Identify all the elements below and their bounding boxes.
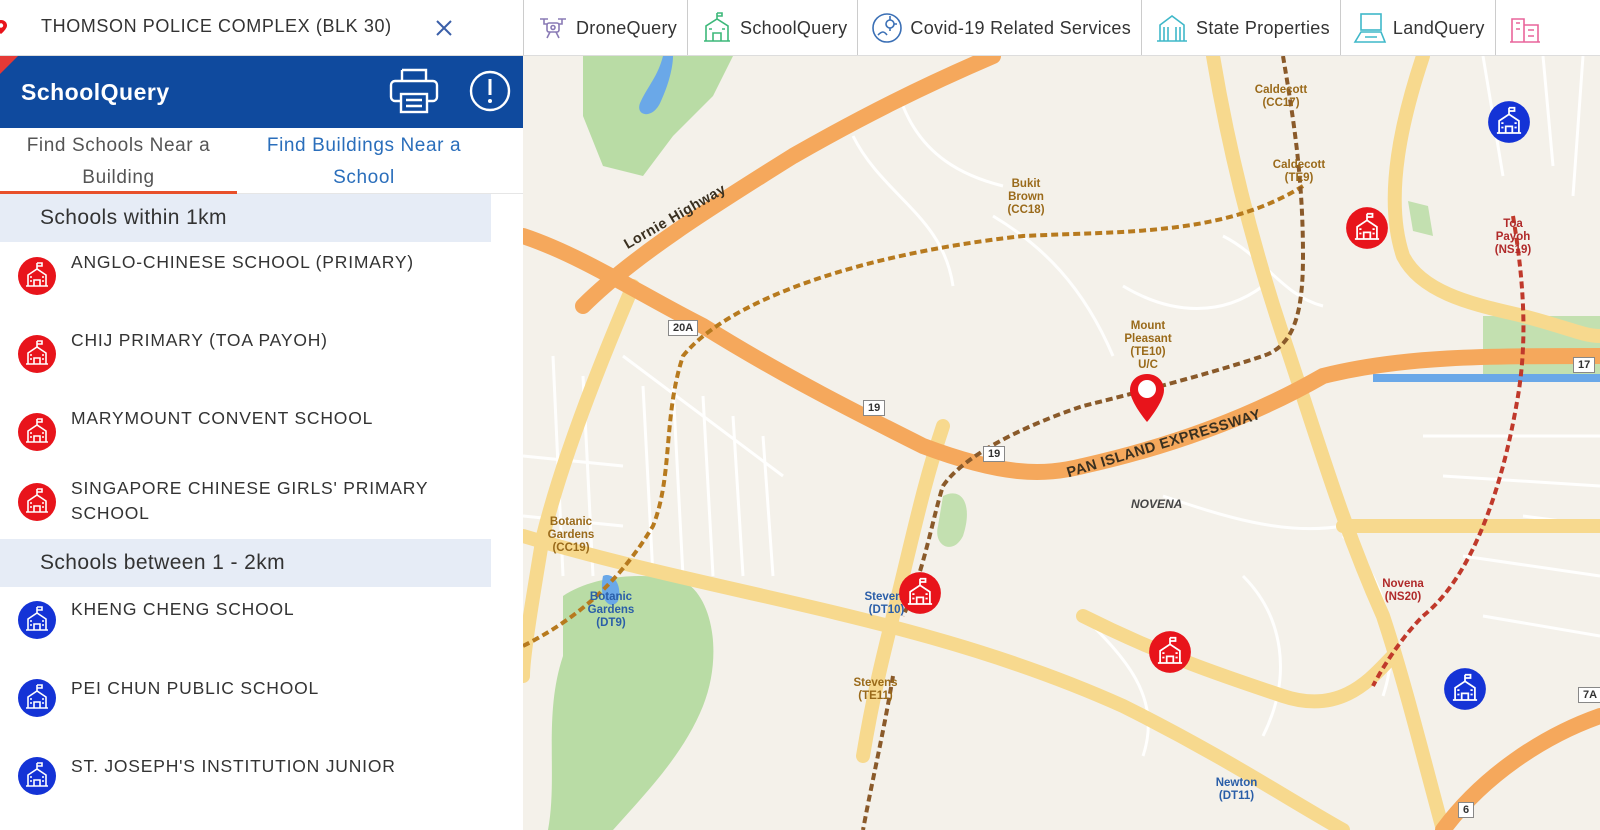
panel-title: SchoolQuery [21, 78, 170, 105]
state-property-icon [1157, 15, 1188, 42]
road-shield-6: 6 [1458, 802, 1475, 818]
road-shield-7a: 7A [1578, 687, 1600, 703]
school-name: ANGLO-CHINESE SCHOOL (PRIMARY) [71, 252, 414, 272]
list-item[interactable]: KHENG CHENG SCHOOL [0, 587, 491, 665]
school-name: ST. JOSEPH'S INSTITUTION JUNIOR [71, 756, 396, 776]
nav-label: LandQuery [1392, 17, 1485, 38]
list-item[interactable]: SINGAPORE CHINESE GIRLS' PRIMARY SCHOOL [0, 473, 491, 539]
nav-dronequery[interactable]: DroneQuery [524, 0, 689, 55]
tab-find-buildings[interactable]: Find Buildings Near a School [237, 128, 491, 193]
list-item[interactable]: CHIJ PRIMARY (TOA PAYOH) [0, 320, 491, 398]
nav-more[interactable] [1496, 0, 1542, 55]
list-item[interactable]: MARYMOUNT CONVENT SCHOOL [0, 398, 491, 473]
list-item[interactable]: ST. JOSEPH'S INSTITUTION JUNIOR [0, 743, 491, 821]
list-item[interactable]: PEI CHUN PUBLIC SCHOOL [0, 665, 491, 743]
section-header-1-2km: Schools between 1 - 2km [0, 539, 491, 587]
school-name: MARYMOUNT CONVENT SCHOOL [71, 408, 374, 428]
school-list-1-2km: KHENG CHENG SCHOOL PEI CHUN PUBLIC SCHOO… [0, 587, 523, 821]
search-bar[interactable]: THOMSON POLICE COMPLEX (BLK 30) [0, 0, 523, 56]
top-nav: DroneQuery SchoolQuery Covid-19 Related … [523, 0, 1600, 56]
selected-location-pin-icon[interactable] [1127, 372, 1167, 424]
nav-label: DroneQuery [576, 17, 678, 38]
station-label-caldecott-cc17: Caldecott (CC17) [1254, 84, 1308, 109]
station-label-botanic-dt9: Botanic Gardens (DT9) [587, 591, 635, 629]
road-shield-20a: 20A [668, 320, 699, 336]
location-pin-icon [0, 20, 7, 34]
map-view[interactable]: Lornie Highway PAN ISLAND EXPRESSWAY NOV… [523, 56, 1600, 830]
station-label-newton-dt11: Newton (DT11) [1215, 777, 1258, 802]
station-label-stevens-te11: Stevens (TE11) [853, 677, 898, 702]
station-label-caldecott-te9: Caldecott (TE9) [1272, 159, 1326, 184]
map-school-marker[interactable] [898, 571, 942, 615]
nav-label: State Properties [1196, 17, 1330, 38]
school-building-icon [704, 12, 731, 42]
place-label-novena: NOVENA [1131, 497, 1183, 511]
tab-find-schools[interactable]: Find Schools Near a Building [0, 128, 237, 194]
panel-header: SchoolQuery [0, 56, 523, 128]
station-label-novena-ns20: Novena (NS20) [1382, 578, 1424, 603]
road-shield-19: 19 [863, 400, 886, 416]
map-school-marker[interactable] [1487, 100, 1531, 144]
nav-schoolquery[interactable]: SchoolQuery [688, 0, 859, 55]
road-shield-19: 19 [983, 446, 1006, 462]
school-name: KHENG CHENG SCHOOL [71, 599, 295, 619]
panel-corner-flag [0, 56, 18, 74]
station-label-toa-payoh: Toa Payoh (NS19) [1494, 218, 1532, 256]
school-marker-icon [18, 483, 56, 521]
school-marker-icon [18, 413, 56, 451]
road-shield-17: 17 [1573, 357, 1596, 373]
nav-state-properties[interactable]: State Properties [1142, 0, 1341, 55]
station-label-botanic-cc19: Botanic Gardens (CC19) [547, 516, 595, 554]
station-label-mount-pleasant: Mount Pleasant (TE10) U/C [1124, 320, 1172, 371]
nav-label: SchoolQuery [740, 17, 848, 38]
nav-landquery[interactable]: LandQuery [1341, 0, 1496, 55]
school-list-within-1km: ANGLO-CHINESE SCHOOL (PRIMARY) CHIJ PRIM… [0, 242, 523, 539]
school-marker-icon [18, 679, 56, 717]
info-icon[interactable] [469, 70, 511, 112]
drone-icon [540, 18, 566, 39]
school-marker-icon [18, 601, 56, 639]
search-value[interactable]: THOMSON POLICE COMPLEX (BLK 30) [41, 16, 392, 37]
section-header-within-1km: Schools within 1km [0, 194, 491, 242]
list-item[interactable]: ANGLO-CHINESE SCHOOL (PRIMARY) [0, 242, 491, 320]
schoolquery-panel: SchoolQuery Find Schools Near a Building… [0, 56, 523, 830]
panel-tabs: Find Schools Near a Building Find Buildi… [0, 128, 523, 194]
school-name: PEI CHUN PUBLIC SCHOOL [71, 678, 320, 698]
school-name: SINGAPORE CHINESE GIRLS' PRIMARY SCHOOL [71, 478, 428, 523]
land-icon [1353, 13, 1387, 43]
school-name: CHIJ PRIMARY (TOA PAYOH) [71, 330, 328, 350]
print-icon[interactable] [389, 68, 439, 114]
map-school-marker[interactable] [1443, 667, 1487, 711]
station-label-bukit-brown: Bukit Brown (CC18) [1007, 178, 1045, 216]
close-icon[interactable] [432, 16, 456, 40]
building-icon [1509, 18, 1540, 43]
school-marker-icon [18, 757, 56, 795]
map-school-marker[interactable] [1345, 206, 1389, 250]
map-school-marker[interactable] [1148, 630, 1192, 674]
map-base-layer [523, 56, 1600, 830]
school-marker-icon [18, 257, 56, 295]
school-marker-icon [18, 335, 56, 373]
nav-label: Covid-19 Related Services [910, 17, 1132, 38]
nav-covid-services[interactable]: Covid-19 Related Services [858, 0, 1143, 55]
covid-icon [872, 13, 903, 43]
